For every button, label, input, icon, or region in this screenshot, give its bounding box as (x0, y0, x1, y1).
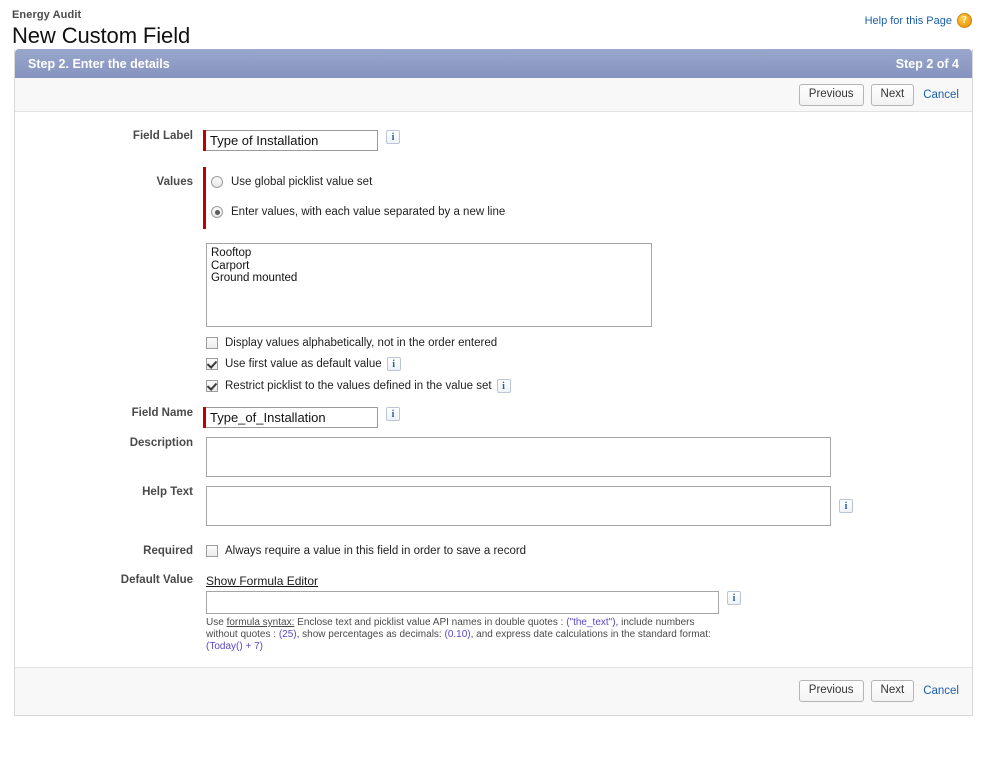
cancel-link-bottom[interactable]: Cancel (923, 685, 959, 697)
values-textarea-row (15, 243, 972, 327)
step-title: Step 2. Enter the details (28, 57, 170, 71)
radio-button[interactable] (211, 176, 223, 188)
formula-syntax-hint: Use formula syntax: Enclose text and pic… (206, 617, 718, 653)
default-value-stack: Show Formula Editor i Use formula syntax… (206, 574, 741, 653)
values-row: Values Use global picklist value set Ent… (15, 167, 972, 229)
checkbox-label: Display values alphabetically, not in th… (225, 337, 497, 349)
checkbox-label: Always require a value in this field in … (225, 545, 526, 557)
default-value-input-wrap: i (206, 591, 741, 614)
previous-button-bottom[interactable]: Previous (799, 680, 864, 702)
field-name-input[interactable] (206, 407, 378, 428)
step-counter: Step 2 of 4 (896, 57, 959, 71)
radio-label: Use global picklist value set (231, 176, 372, 188)
description-row: Description (15, 437, 972, 477)
hint-code2: (25) (279, 629, 297, 640)
values-checkbox-row: Display values alphabetically, not in th… (15, 329, 972, 393)
field-label-control: i (203, 130, 972, 151)
next-button-bottom[interactable]: Next (871, 680, 915, 702)
default-value-control: Show Formula Editor i Use formula syntax… (203, 574, 972, 653)
default-value-row: Default Value Show Formula Editor i Use … (15, 574, 972, 653)
checkbox-checked[interactable] (206, 358, 218, 370)
field-label-input[interactable] (206, 130, 378, 151)
checkbox-restrict-picklist[interactable]: Restrict picklist to the values defined … (206, 379, 511, 393)
help-text-textarea[interactable] (206, 486, 831, 526)
help-text-caption: Help Text (15, 486, 203, 498)
hint-part4: , and express date calculations in the s… (471, 629, 711, 640)
required-row: Required Always require a value in this … (15, 545, 972, 557)
previous-button-top[interactable]: Previous (799, 84, 864, 106)
checkbox-use-first-value-default[interactable]: Use first value as default value i (206, 357, 401, 371)
radio-option-enter-values[interactable]: Enter values, with each value separated … (206, 197, 505, 227)
description-textarea[interactable] (206, 437, 831, 477)
values-caption: Values (15, 167, 203, 188)
step-header-bar: Step 2. Enter the details Step 2 of 4 (15, 49, 972, 78)
hint-code1: ("the_text") (566, 617, 615, 628)
field-label-row: Field Label i (15, 130, 972, 151)
hint-code3: (0.10) (444, 629, 470, 640)
hint-part3: , show percentages as decimals: (297, 629, 445, 640)
default-value-caption: Default Value (15, 574, 203, 586)
help-for-this-page-link[interactable]: Help for this Page (865, 15, 952, 27)
checkbox-checked[interactable] (206, 380, 218, 392)
checkbox-label: Use first value as default value (225, 358, 382, 370)
values-radio-group: Use global picklist value set Enter valu… (206, 167, 505, 227)
page-header: Energy Audit New Custom Field Help for t… (0, 0, 985, 49)
hint-lead: Use (206, 617, 227, 628)
page-title: New Custom Field (12, 23, 985, 49)
info-icon[interactable]: i (387, 357, 401, 371)
next-button-top[interactable]: Next (871, 84, 915, 106)
values-textarea[interactable] (206, 243, 652, 327)
hint-underlined: formula syntax: (227, 617, 295, 628)
breadcrumb: Energy Audit (12, 9, 985, 22)
default-value-input[interactable] (206, 591, 719, 614)
field-label-caption: Field Label (15, 130, 203, 142)
info-icon[interactable]: i (386, 407, 400, 421)
description-caption: Description (15, 437, 203, 449)
show-formula-editor-link[interactable]: Show Formula Editor (206, 574, 741, 588)
values-checkbox-group: Display values alphabetically, not in th… (203, 329, 972, 393)
info-icon[interactable]: i (497, 379, 511, 393)
top-button-bar: Previous Next Cancel (15, 78, 972, 112)
help-area: Help for this Page ? (865, 13, 972, 28)
radio-option-global-picklist[interactable]: Use global picklist value set (206, 167, 505, 197)
values-control: Use global picklist value set Enter valu… (203, 167, 972, 229)
cancel-link-top[interactable]: Cancel (923, 89, 959, 101)
field-name-caption: Field Name (15, 407, 203, 419)
radio-label: Enter values, with each value separated … (231, 206, 505, 218)
description-control (203, 437, 972, 477)
new-custom-field-panel: Step 2. Enter the details Step 2 of 4 Pr… (14, 49, 973, 716)
bottom-spacer (15, 653, 972, 659)
help-text-row: Help Text i (15, 486, 972, 526)
hint-code4: (Today() + 7) (206, 641, 263, 652)
field-name-row: Field Name i (15, 407, 972, 428)
question-mark-icon[interactable]: ? (957, 13, 972, 28)
required-caption: Required (15, 545, 203, 557)
checkbox-label: Restrict picklist to the values defined … (225, 380, 492, 392)
hint-part1: Enclose text and picklist value API name… (294, 617, 566, 628)
radio-button-selected[interactable] (211, 206, 223, 218)
checkbox-display-alphabetically[interactable]: Display values alphabetically, not in th… (206, 337, 497, 349)
checkbox[interactable] (206, 337, 218, 349)
required-control: Always require a value in this field in … (203, 545, 972, 557)
help-text-control: i (203, 486, 972, 526)
info-icon[interactable]: i (386, 130, 400, 144)
form-body: Field Label i Values Use global picklist… (15, 130, 972, 667)
field-name-control: i (203, 407, 972, 428)
info-icon[interactable]: i (839, 499, 853, 513)
checkbox[interactable] (206, 545, 218, 557)
checkbox-always-require-value[interactable]: Always require a value in this field in … (206, 545, 526, 557)
values-textarea-control (203, 243, 972, 327)
info-icon[interactable]: i (727, 591, 741, 605)
bottom-button-bar: Previous Next Cancel (15, 667, 972, 715)
